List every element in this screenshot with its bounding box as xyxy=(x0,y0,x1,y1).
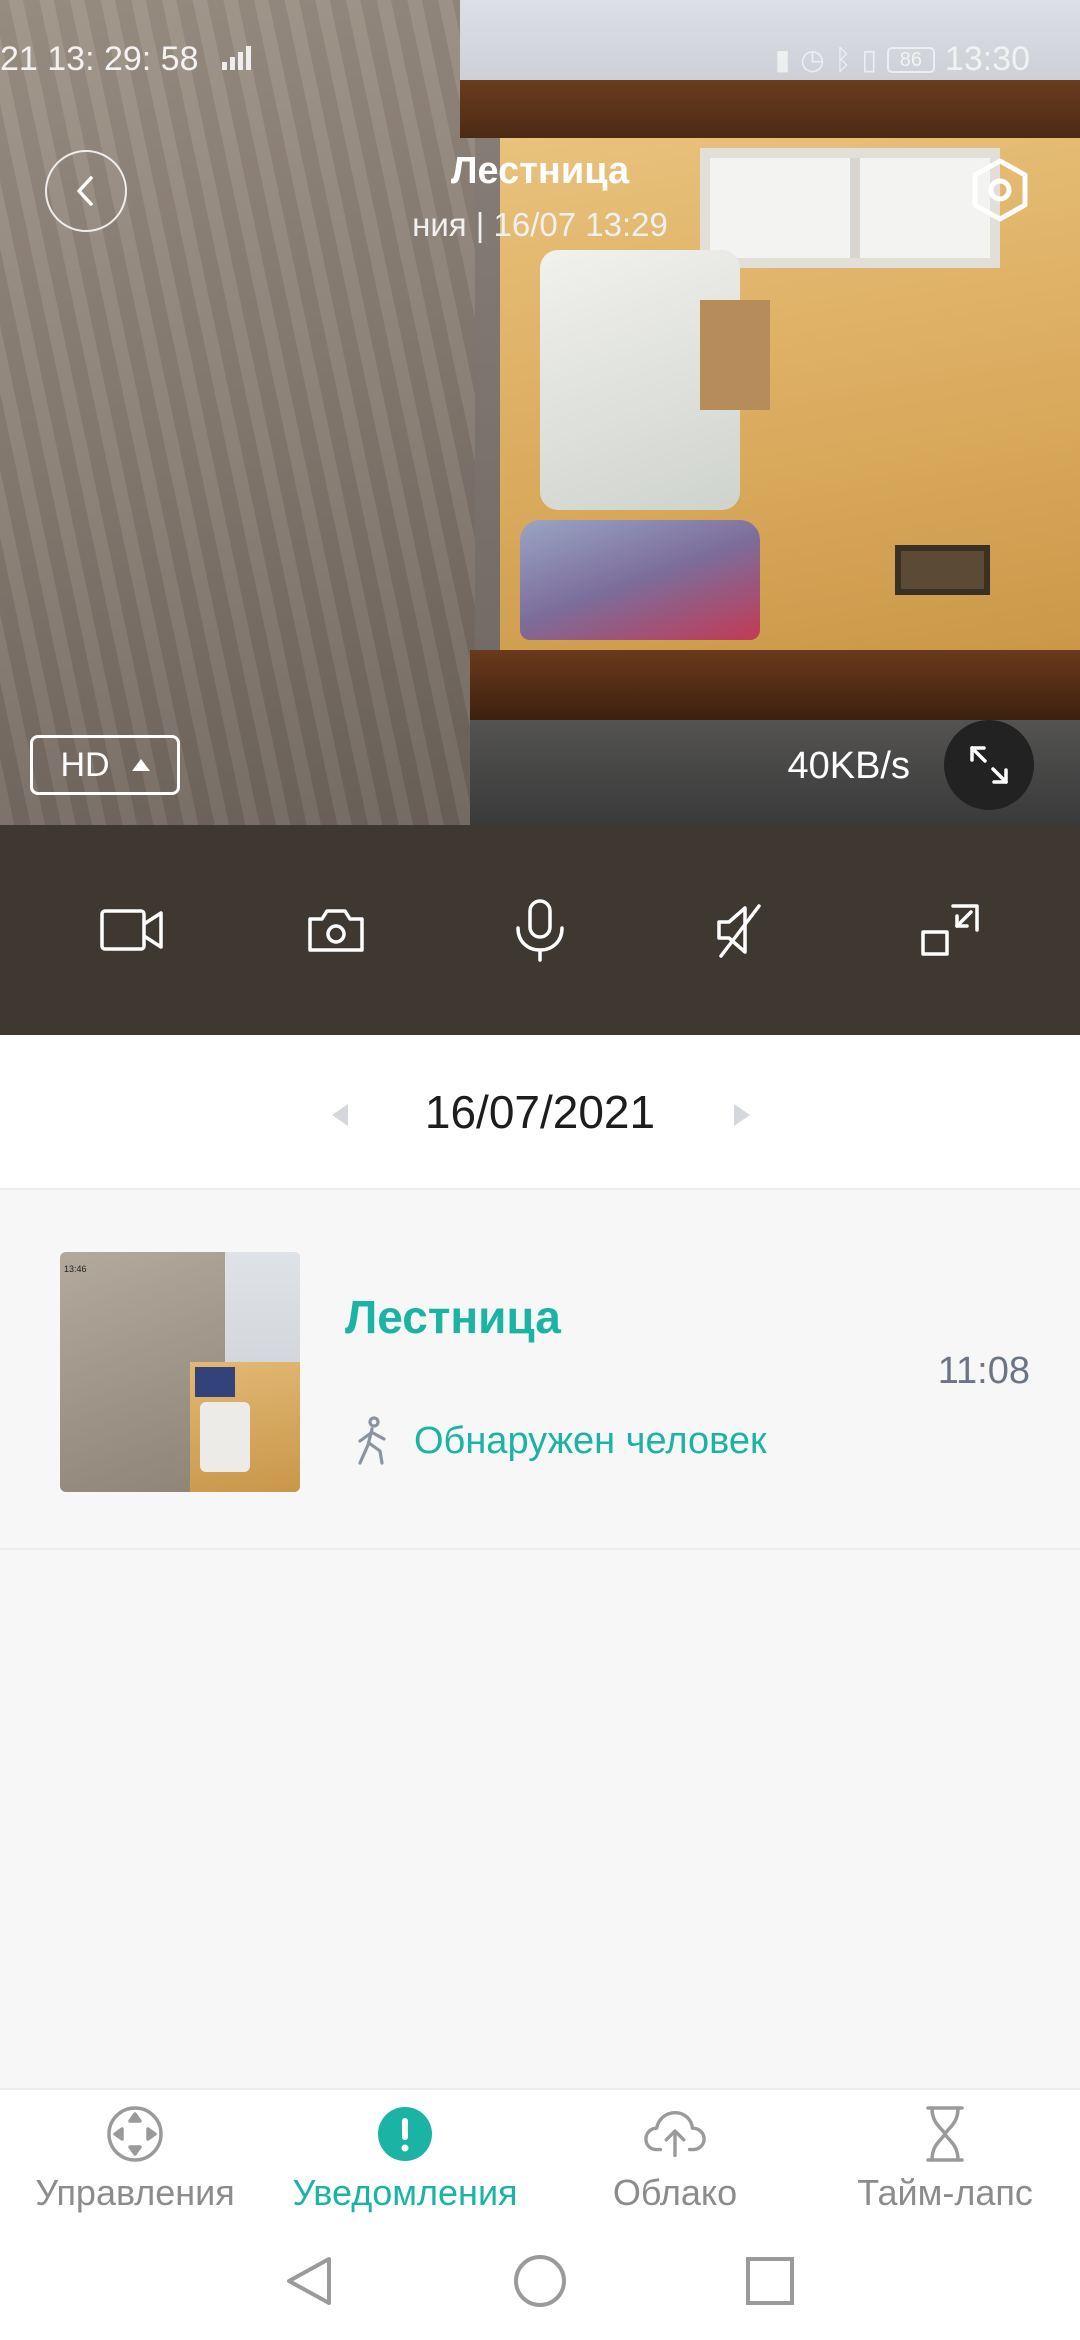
square-recents-icon xyxy=(746,2257,794,2305)
tab-notifications[interactable]: Уведомления xyxy=(270,2102,540,2217)
triangle-right-icon xyxy=(734,1104,750,1126)
camera-live-view[interactable]: 21 13: 29: 58 ▮ ◷ ᛒ ▯ 86 13:30 Лестница … xyxy=(0,0,1080,825)
next-date-button[interactable] xyxy=(722,1095,762,1135)
system-navigation-bar xyxy=(0,2218,1080,2340)
vibrate-icon: ▯ xyxy=(861,44,877,75)
camera-subtitle: ния | 16/07 13:29 xyxy=(412,206,668,243)
thumbnail-object xyxy=(195,1367,235,1397)
caret-up-icon xyxy=(131,759,150,771)
triangle-back-icon xyxy=(287,2257,331,2305)
pip-button[interactable] xyxy=(905,885,995,975)
system-home-button[interactable] xyxy=(505,2246,575,2316)
tab-cloud[interactable]: Облако xyxy=(540,2102,810,2217)
tab-notifications-label: Уведомления xyxy=(292,2172,518,2213)
record-video-icon xyxy=(100,909,163,951)
event-thumbnail[interactable]: 13:46 xyxy=(60,1252,300,1492)
status-icons: ▮ ◷ ᛒ ▯ 86 13:30 xyxy=(775,40,1030,79)
tab-controls-label: Управления xyxy=(35,2172,235,2213)
bluetooth-icon: ᛒ xyxy=(834,43,852,75)
expand-arrows-icon xyxy=(970,746,1008,784)
fullscreen-button[interactable] xyxy=(944,720,1034,810)
person-walking-icon xyxy=(358,1416,386,1465)
player-controls xyxy=(0,825,1080,1035)
previous-date-button[interactable] xyxy=(320,1095,360,1135)
signal-icon xyxy=(221,44,251,70)
tab-timelapse-label: Тайм-лапс xyxy=(857,2172,1033,2213)
video-cabinet xyxy=(700,300,770,410)
triangle-left-icon xyxy=(332,1104,348,1126)
settings-button[interactable] xyxy=(955,145,1045,235)
record-button[interactable] xyxy=(87,885,177,975)
snapshot-camera-icon xyxy=(308,909,364,952)
tab-controls[interactable]: Управления xyxy=(0,2102,270,2217)
thumbnail-sofa xyxy=(200,1402,250,1472)
system-back-button[interactable] xyxy=(274,2246,344,2316)
alarm-icon: ◷ xyxy=(800,44,825,75)
bottom-navigation: Управления Уведомления Облако Тайм-лапс xyxy=(0,2088,1080,2218)
clock: 13:30 xyxy=(944,40,1030,78)
cloud-upload-icon xyxy=(643,2102,707,2166)
camera-title: Лестница xyxy=(450,150,630,192)
speaker-muted-icon xyxy=(717,904,761,958)
status-bar: 21 13: 29: 58 ▮ ◷ ᛒ ▯ 86 13:30 xyxy=(0,40,1080,90)
back-button[interactable] xyxy=(45,150,127,232)
camera-timestamp: 21 13: 29: 58 xyxy=(0,40,199,78)
current-date[interactable]: 16/07/2021 xyxy=(380,1085,700,1139)
date-selector: 16/07/2021 xyxy=(0,1035,1080,1190)
video-door-frame-bottom xyxy=(470,650,1080,720)
quality-label: HD xyxy=(60,745,110,784)
nfc-icon: ▮ xyxy=(774,44,791,75)
tab-cloud-label: Облако xyxy=(612,2172,738,2213)
picture-in-picture-icon xyxy=(921,904,979,956)
event-time: 11:08 xyxy=(937,1350,1030,1392)
alert-icon xyxy=(373,2102,437,2166)
bitrate-readout: 40KB/s xyxy=(787,745,910,787)
event-camera-name: Лестница xyxy=(345,1291,561,1343)
tab-timelapse[interactable]: Тайм-лапс xyxy=(810,2102,1080,2217)
event-type: Обнаружен человек xyxy=(352,1415,767,1467)
talk-button[interactable] xyxy=(495,885,585,975)
snapshot-button[interactable] xyxy=(291,885,381,975)
sound-toggle-button[interactable] xyxy=(694,885,784,975)
event-list-item[interactable]: 13:46 Лестница Обнаружен человек 11:08 xyxy=(0,1190,1080,1550)
hourglass-icon xyxy=(913,2102,977,2166)
battery-icon: 86 xyxy=(886,46,935,73)
settings-hex-icon xyxy=(972,158,1028,222)
microphone-icon xyxy=(516,899,564,962)
system-recents-button[interactable] xyxy=(735,2246,805,2316)
video-floor-region xyxy=(0,0,475,825)
control-icon xyxy=(103,2102,167,2166)
chevron-left-icon xyxy=(77,176,93,206)
camera-timestamp-overlay: 21 13: 29: 58 xyxy=(0,40,251,79)
circle-home-icon xyxy=(514,2255,566,2307)
event-type-label: Обнаружен человек xyxy=(414,1419,767,1462)
quality-selector[interactable]: HD xyxy=(30,735,180,795)
video-picture-frame xyxy=(895,545,990,595)
thumbnail-timestamp: 13:46 xyxy=(64,1264,87,1274)
video-clothes xyxy=(520,520,760,640)
